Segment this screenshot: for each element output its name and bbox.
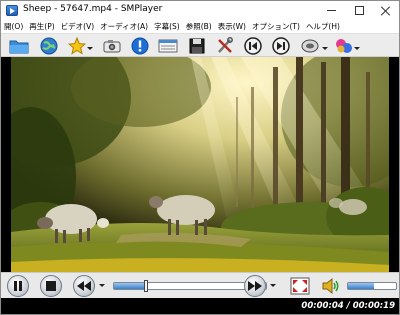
properties-button[interactable] xyxy=(130,36,150,55)
next-icon xyxy=(272,36,290,55)
menu-view[interactable]: 表示(W) xyxy=(215,20,249,34)
preferences-button[interactable] xyxy=(215,36,235,55)
screenshot-button[interactable] xyxy=(102,36,122,55)
maximize-button[interactable] xyxy=(345,1,373,20)
stop-button[interactable] xyxy=(40,275,62,297)
speaker-volume-icon xyxy=(322,277,339,294)
video-frame xyxy=(11,57,389,272)
forward-dropdown-arrow-icon[interactable] xyxy=(270,284,276,287)
menu-browse[interactable]: 参照(B) xyxy=(183,20,215,34)
previous-icon xyxy=(244,36,262,55)
smplayer-window: Sheep - 57647.mp4 - SMPlayer 開(O) 再生(P) … xyxy=(0,0,400,315)
playlist-icon xyxy=(158,39,178,52)
audio-track-dropdown-arrow-icon[interactable] xyxy=(322,47,328,50)
audio-track-button[interactable] xyxy=(300,36,320,55)
forward-icon xyxy=(248,281,262,291)
rewind-dropdown-arrow-icon[interactable] xyxy=(99,284,105,287)
title-bar[interactable]: Sheep - 57647.mp4 - SMPlayer xyxy=(1,1,399,20)
favorites-button[interactable] xyxy=(67,36,87,55)
fullscreen-button[interactable] xyxy=(290,276,310,295)
menu-options[interactable]: オプション(T) xyxy=(249,20,303,34)
menu-bar: 開(O) 再生(P) ビデオ(V) オーディオ(A) 字幕(S) 参照(B) 表… xyxy=(1,20,399,34)
rewind-button[interactable] xyxy=(73,275,95,297)
info-icon xyxy=(131,37,149,54)
volume-slider-level xyxy=(348,283,375,289)
status-bar: 00:00:04 / 00:00:19 xyxy=(1,298,399,314)
volume-slider[interactable] xyxy=(347,282,397,290)
screenshot-camera-icon xyxy=(103,39,121,52)
menu-audio[interactable]: オーディオ(A) xyxy=(97,20,151,34)
preferences-tools-icon xyxy=(218,36,233,53)
close-button[interactable] xyxy=(372,1,400,20)
control-bar xyxy=(1,272,399,298)
favorites-star-icon xyxy=(68,36,86,55)
open-folder-icon xyxy=(9,40,29,53)
rewind-icon xyxy=(77,281,91,291)
mute-button[interactable] xyxy=(321,276,341,295)
menu-open[interactable]: 開(O) xyxy=(1,20,26,34)
menu-video[interactable]: ビデオ(V) xyxy=(58,20,97,34)
audio-track-icon xyxy=(301,39,319,52)
time-display: 00:00:04 / 00:00:19 xyxy=(301,301,395,311)
seek-bar-progress xyxy=(114,283,146,289)
pause-icon xyxy=(14,281,22,291)
subtitles-icon xyxy=(336,38,352,53)
menu-subtitles[interactable]: 字幕(S) xyxy=(151,20,183,34)
subtitles-button[interactable] xyxy=(334,36,354,55)
open-url-button[interactable] xyxy=(39,36,59,55)
video-area[interactable] xyxy=(1,57,399,272)
toolbar xyxy=(1,34,399,57)
playlist-button[interactable] xyxy=(158,36,178,55)
menu-play[interactable]: 再生(P) xyxy=(26,20,57,34)
menu-help[interactable]: ヘルプ(H) xyxy=(303,20,343,34)
fullscreen-icon xyxy=(290,277,310,294)
smplayer-app-icon[interactable] xyxy=(6,5,18,16)
globe-icon xyxy=(40,37,58,54)
sheep-forest-scene-image xyxy=(11,57,389,272)
minimize-button[interactable] xyxy=(317,1,345,20)
previous-button[interactable] xyxy=(243,36,263,55)
next-button[interactable] xyxy=(271,36,291,55)
seek-bar-handle[interactable] xyxy=(144,280,148,292)
subtitles-dropdown-arrow-icon[interactable] xyxy=(354,47,360,50)
save-button[interactable] xyxy=(187,36,207,55)
window-title: Sheep - 57647.mp4 - SMPlayer xyxy=(23,4,163,14)
pause-button[interactable] xyxy=(7,275,29,297)
maximize-icon xyxy=(354,6,364,15)
minimize-icon xyxy=(326,10,336,11)
save-floppy-icon xyxy=(189,38,205,53)
favorites-dropdown-arrow-icon[interactable] xyxy=(87,47,93,50)
forward-button[interactable] xyxy=(244,275,266,297)
stop-icon xyxy=(46,281,56,291)
open-file-button[interactable] xyxy=(9,36,29,55)
close-icon xyxy=(381,6,391,16)
